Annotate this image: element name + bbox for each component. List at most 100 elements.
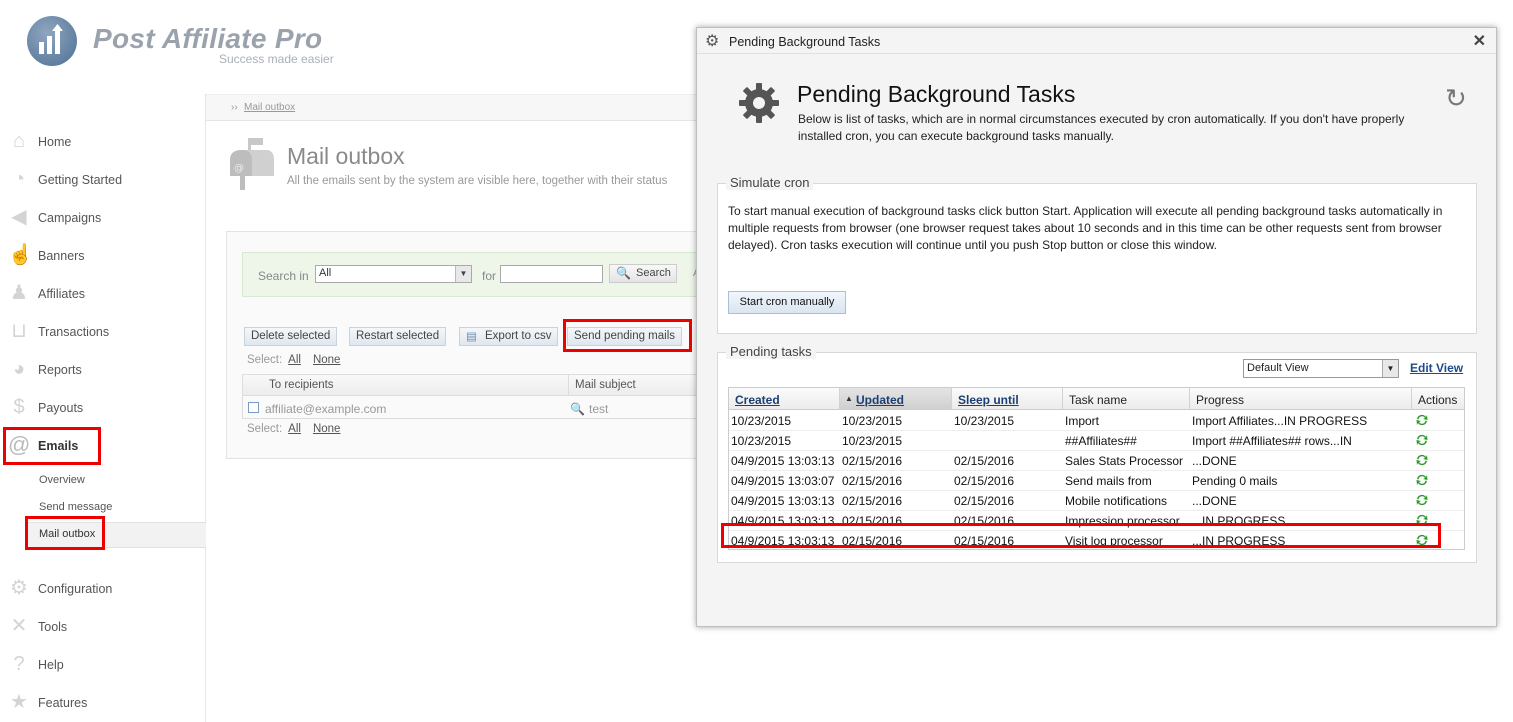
- sidebar-item-transactions[interactable]: ⊔ Transactions: [0, 317, 206, 347]
- outbox-grid: To recipients Mail subject affiliate@exa…: [242, 374, 707, 419]
- column-header-progress: Progress: [1190, 388, 1412, 410]
- sidebar-item-campaigns[interactable]: ◀ Campaigns: [0, 203, 206, 233]
- row-checkbox[interactable]: [248, 402, 259, 413]
- logo-icon: [27, 16, 77, 66]
- sidebar-item-help[interactable]: ? Help: [0, 650, 206, 680]
- search-bar: Search in All▼ for 🔍Search A: [242, 252, 712, 297]
- select-label: Select:: [247, 423, 283, 435]
- send-pending-highlight-box: [563, 319, 692, 352]
- sidebar-item-configuration[interactable]: ⚙ Configuration: [0, 574, 206, 604]
- house-icon: ⌂: [12, 130, 26, 152]
- select-none-link[interactable]: None: [313, 354, 341, 366]
- pie-chart-icon: ◕: [12, 358, 26, 380]
- page-description: All the emails sent by the system are vi…: [287, 175, 668, 187]
- sidebar-item-label: Home: [38, 135, 72, 149]
- dialog-titlebar[interactable]: ⚙ Pending Background Tasks ✕: [697, 28, 1496, 54]
- svg-text:@: @: [234, 163, 244, 174]
- column-header-subject[interactable]: Mail subject: [575, 379, 636, 391]
- select-none-link[interactable]: None: [313, 423, 341, 435]
- sidebar-item-tools[interactable]: ✕ Tools: [0, 612, 206, 642]
- sidebar-item-label: Payouts: [38, 401, 84, 415]
- task-cell-name: Mobile notifications: [1065, 494, 1168, 508]
- task-cell-created: 10/23/2015: [731, 414, 792, 428]
- recipient-cell: affiliate@example.com: [265, 402, 387, 416]
- pending-tasks-legend: Pending tasks: [726, 344, 816, 359]
- task-row[interactable]: 10/23/2015 10/23/2015 ##Affiliates## Import…: [729, 431, 1464, 451]
- page-title: Mail outbox: [287, 143, 405, 169]
- task-row[interactable]: 04/9/2015 13:03:13 02/15/2016 02/15/2016 Mo…: [729, 491, 1464, 511]
- task-cell-name: Send mails from: [1065, 474, 1152, 488]
- sidebar-item-payouts[interactable]: $ Payouts: [0, 393, 206, 423]
- task-cell-progress: Pending 0 mails: [1192, 474, 1278, 488]
- csv-icon: ▤: [466, 331, 477, 343]
- view-select[interactable]: Default View ▼: [1243, 359, 1399, 378]
- column-header-updated-label: Updated: [856, 393, 904, 407]
- subject-cell: test: [589, 402, 609, 416]
- restart-task-icon[interactable]: [1415, 453, 1429, 467]
- table-row[interactable]: affiliate@example.com 🔍 test: [243, 397, 707, 419]
- sidebar-item-features[interactable]: ★ Features: [0, 688, 206, 718]
- dialog-description: Below is list of tasks, which are in nor…: [798, 112, 1405, 143]
- search-for-label: for: [482, 269, 497, 283]
- basket-icon: ⊔: [11, 320, 27, 342]
- column-header-updated[interactable]: ▲ Updated: [840, 388, 952, 410]
- sidebar-item-label: Reports: [38, 363, 82, 377]
- select-label: Select:: [247, 354, 283, 366]
- column-header-actions: Actions: [1418, 393, 1458, 407]
- refresh-icon[interactable]: ↻: [1445, 83, 1467, 114]
- restart-task-icon[interactable]: [1415, 493, 1429, 507]
- search-button[interactable]: 🔍 Search: [609, 264, 677, 283]
- select-all-link[interactable]: All: [288, 354, 301, 366]
- tasks-grid-header: Created ▲ Updated Sleep until Task name P…: [729, 388, 1464, 410]
- column-header-sleep-until[interactable]: Sleep until: [952, 388, 1063, 410]
- column-header-recipients[interactable]: To recipients: [269, 379, 334, 391]
- sidebar-subitem-overview[interactable]: Overview: [39, 474, 85, 486]
- task-cell-name: Sales Stats Processor: [1065, 454, 1184, 468]
- task-cell-name: Import: [1065, 414, 1100, 428]
- task-cell-sleep: 02/15/2016: [954, 474, 1015, 488]
- chevron-down-icon: ▼: [455, 266, 471, 282]
- megaphone-icon: ◀: [11, 206, 27, 228]
- sidebar-item-label: Configuration: [38, 582, 113, 596]
- magnifier-icon[interactable]: 🔍: [570, 402, 585, 416]
- mail-outbox-highlight-box: [25, 516, 105, 550]
- sidebar-item-affiliates[interactable]: ♟ Affiliates: [0, 279, 206, 309]
- column-header-created[interactable]: Created: [729, 388, 840, 410]
- sidebar-item-label: Getting Started: [38, 173, 123, 187]
- sidebar-item-home[interactable]: ⌂ Home: [0, 127, 206, 157]
- mailbox-icon: @: [226, 138, 276, 193]
- sidebar-item-reports[interactable]: ◕ Reports: [0, 355, 206, 385]
- task-cell-sleep: 02/15/2016: [954, 454, 1015, 468]
- start-cron-button[interactable]: Start cron manually: [728, 291, 846, 314]
- restart-selected-button[interactable]: Restart selected: [349, 327, 447, 346]
- logo-title: Post Affiliate Pro: [93, 23, 323, 54]
- delete-selected-button[interactable]: Delete selected: [244, 327, 338, 346]
- sidebar-item-label: Features: [38, 696, 88, 710]
- search-scope-select[interactable]: All ▼: [315, 265, 472, 283]
- task-cell-updated: 02/15/2016: [842, 474, 903, 488]
- restart-task-icon[interactable]: [1415, 413, 1429, 427]
- sidebar-item-banners[interactable]: ☝ Banners: [0, 241, 206, 271]
- task-row[interactable]: 04/9/2015 13:03:13 02/15/2016 02/15/2016 Sa…: [729, 451, 1464, 471]
- sidebar-item-label: Transactions: [38, 325, 110, 339]
- task-row[interactable]: 04/9/2015 13:03:07 02/15/2016 02/15/2016 Se…: [729, 471, 1464, 491]
- export-csv-button[interactable]: ▤ Export to csv: [459, 327, 559, 346]
- task-cell-sleep: 02/15/2016: [954, 494, 1015, 508]
- outbox-grid-header: To recipients Mail subject: [243, 375, 707, 396]
- hand-icon: ☝: [8, 244, 33, 266]
- restart-task-icon[interactable]: [1415, 433, 1429, 447]
- close-icon[interactable]: ✕: [1473, 31, 1486, 51]
- edit-view-link[interactable]: Edit View: [1410, 361, 1463, 375]
- select-all-link[interactable]: All: [288, 423, 301, 435]
- task-cell-progress: ...DONE: [1192, 494, 1237, 508]
- task-cell-created: 04/9/2015 13:03:13: [731, 494, 835, 508]
- task-row[interactable]: 10/23/2015 10/23/2015 10/23/2015 Import Impo…: [729, 411, 1464, 431]
- search-input[interactable]: [500, 265, 603, 283]
- sidebar-subitem-send-message[interactable]: Send message: [39, 501, 112, 513]
- task-cell-created: 10/23/2015: [731, 434, 792, 448]
- task-cell-created: 04/9/2015 13:03:07: [731, 474, 835, 488]
- sidebar-item-label: Tools: [38, 620, 68, 634]
- restart-task-icon[interactable]: [1415, 473, 1429, 487]
- sidebar-item-getting-started[interactable]: ◔ Getting Started: [0, 165, 206, 195]
- breadcrumb-link[interactable]: Mail outbox: [244, 102, 295, 113]
